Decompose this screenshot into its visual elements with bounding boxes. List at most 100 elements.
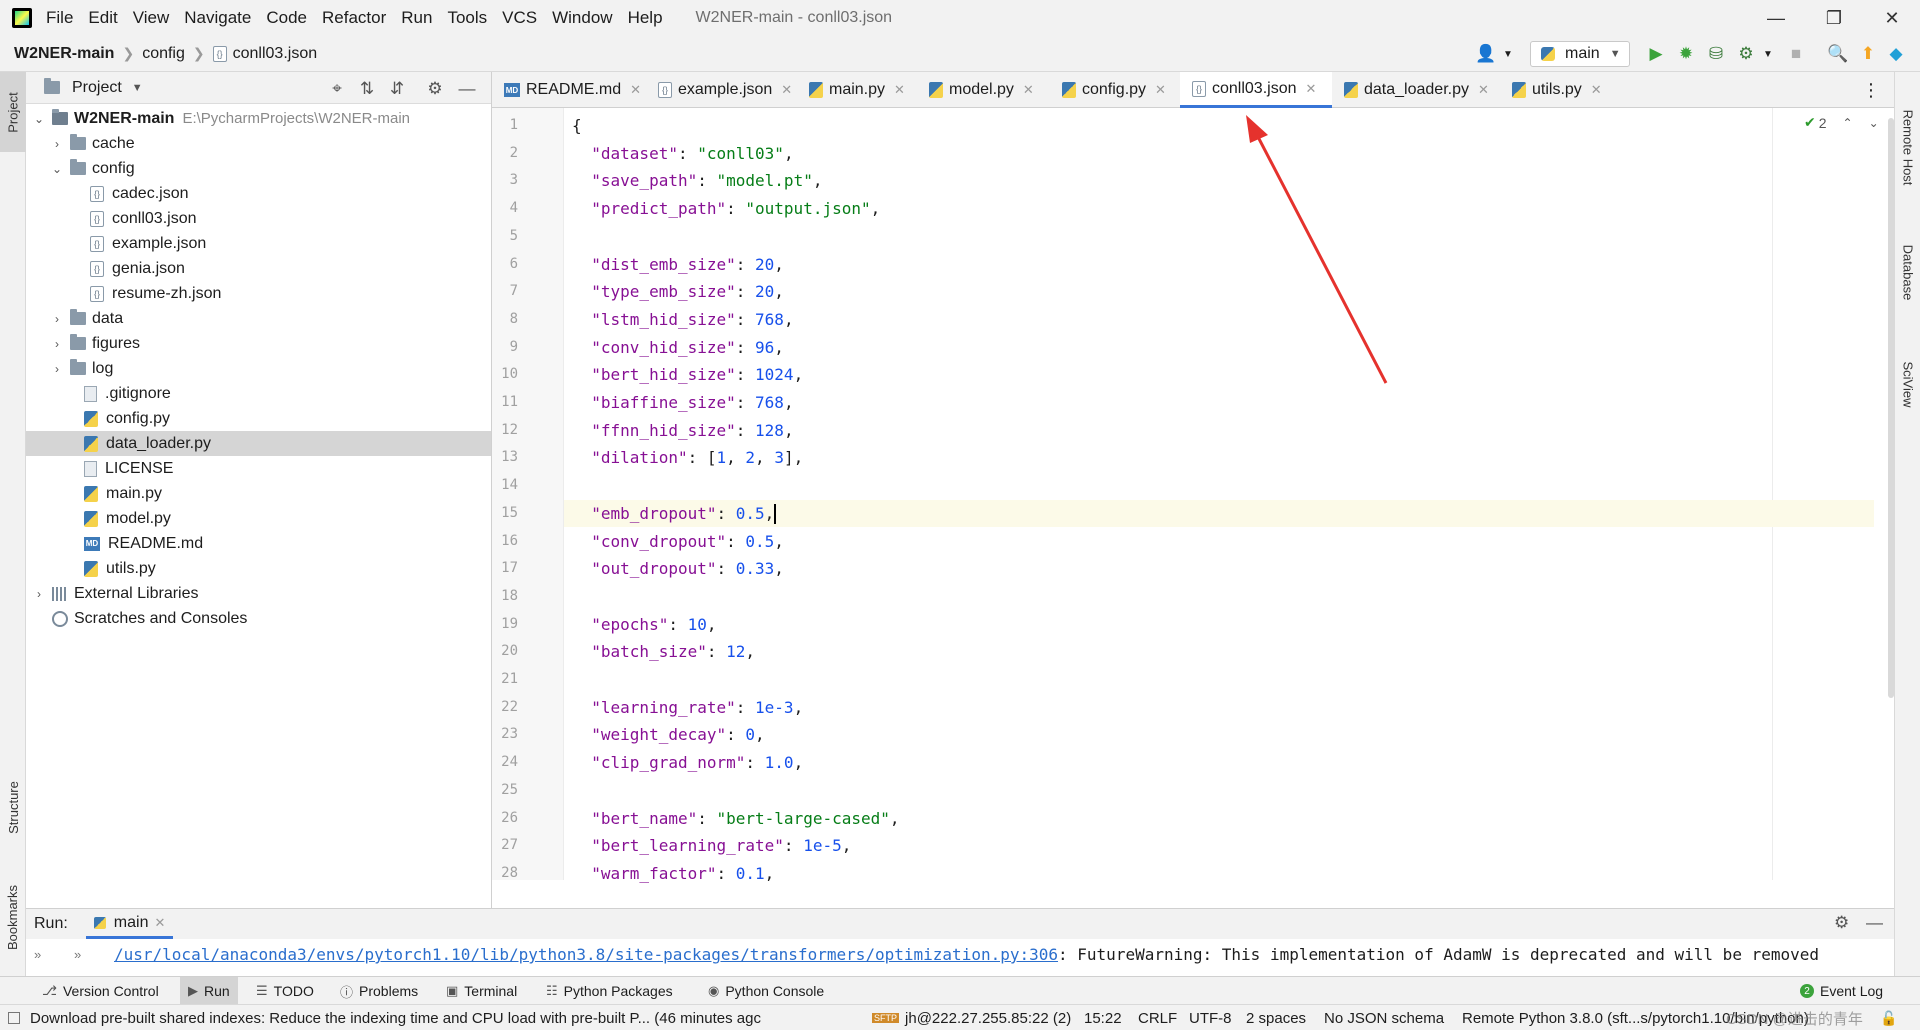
breadcrumb-folder[interactable]: config: [142, 45, 185, 63]
tool-tab-sciview[interactable]: SciView: [1895, 334, 1920, 434]
close-tab-icon[interactable]: ✕: [1478, 82, 1489, 98]
gear-icon[interactable]: ⚙: [1834, 913, 1849, 933]
editor-scrollbar[interactable]: [1888, 118, 1894, 698]
project-view-title[interactable]: Project: [72, 79, 122, 97]
code-line[interactable]: "dist_emb_size": 20,: [572, 251, 1882, 278]
coverage-icon[interactable]: ⛁: [1704, 42, 1728, 66]
tool-tab-terminal[interactable]: ▣ Terminal: [438, 977, 525, 1005]
close-tab-icon[interactable]: ✕: [1306, 81, 1317, 97]
code-line[interactable]: "warm_factor": 0.1,: [572, 860, 1882, 887]
tree-item-scratches[interactable]: Scratches and Consoles: [26, 606, 491, 631]
json-schema[interactable]: No JSON schema: [1324, 1005, 1444, 1030]
code-line[interactable]: [572, 583, 1882, 610]
chevron-down-icon[interactable]: ▼: [1756, 42, 1780, 66]
tree-item-model-py[interactable]: model.py: [26, 506, 491, 531]
tree-item-root[interactable]: ⌄ W2NER-main E:\PycharmProjects\W2NER-ma…: [26, 106, 491, 131]
breadcrumb-file[interactable]: conll03.json: [233, 45, 318, 63]
code-line[interactable]: "biaffine_size": 768,: [572, 389, 1882, 416]
menu-tools[interactable]: Tools: [447, 8, 487, 28]
tool-tab-bookmarks[interactable]: Bookmarks: [0, 862, 26, 972]
code-line[interactable]: "dilation": [1, 2, 3],: [572, 444, 1882, 471]
menu-window[interactable]: Window: [552, 8, 612, 28]
close-tab-icon[interactable]: ✕: [1023, 82, 1034, 98]
chevron-down-icon[interactable]: ▼: [1496, 42, 1520, 66]
tool-tab-event-log[interactable]: 2 Event Log: [1792, 977, 1891, 1005]
minimize-icon[interactable]: —: [1748, 0, 1804, 36]
code-line[interactable]: "bert_learning_rate": 1e-5,: [572, 832, 1882, 859]
collapse-all-icon[interactable]: ⇵: [386, 78, 408, 100]
code-line[interactable]: "ffnn_hid_size": 128,: [572, 417, 1882, 444]
tree-item-data[interactable]: › data: [26, 306, 491, 331]
tool-tab-version-control[interactable]: ⎇ Version Control: [34, 977, 167, 1005]
hide-panel-icon[interactable]: —: [456, 78, 478, 100]
close-tab-icon[interactable]: ✕: [781, 82, 792, 98]
code-line[interactable]: "epochs": 10,: [572, 611, 1882, 638]
update-icon[interactable]: ⬆: [1856, 42, 1880, 66]
tab-config-py[interactable]: config.py ✕: [1050, 72, 1166, 108]
tree-item-cache[interactable]: › cache: [26, 131, 491, 156]
menu-edit[interactable]: Edit: [88, 8, 117, 28]
tree-item-data-loader-py[interactable]: data_loader.py: [26, 431, 491, 456]
tree-item-conll03-json[interactable]: {} conll03.json: [26, 206, 491, 231]
tree-item-cadec-json[interactable]: {} cadec.json: [26, 181, 491, 206]
code-line[interactable]: "bert_hid_size": 1024,: [572, 361, 1882, 388]
user-icon[interactable]: 👤: [1474, 42, 1498, 66]
code-line[interactable]: {: [572, 112, 1882, 139]
code-line[interactable]: "learning_rate": 1e-3,: [572, 694, 1882, 721]
code-line[interactable]: "conv_hid_size": 96,: [572, 334, 1882, 361]
rerun-icon[interactable]: »: [74, 947, 98, 962]
tool-tab-python-packages[interactable]: ☷ Python Packages: [538, 977, 681, 1005]
tab-conll03-json[interactable]: {} conll03.json ✕: [1180, 72, 1332, 108]
gear-icon[interactable]: ⚙: [424, 78, 446, 100]
code-line[interactable]: [572, 223, 1882, 250]
tree-item-main-py[interactable]: main.py: [26, 481, 491, 506]
tool-tab-project[interactable]: Project: [0, 72, 26, 152]
tree-item-example-json[interactable]: {} example.json: [26, 231, 491, 256]
tree-item-figures[interactable]: › figures: [26, 331, 491, 356]
run-tab-main[interactable]: main ✕: [85, 909, 174, 939]
tree-item-log[interactable]: › log: [26, 356, 491, 381]
chevron-right-icon[interactable]: ›: [50, 337, 64, 351]
chevron-down-icon[interactable]: ⌄: [32, 112, 46, 126]
menu-file[interactable]: File: [46, 8, 73, 28]
restore-icon[interactable]: ❐: [1806, 0, 1862, 36]
tab-main-py[interactable]: main.py ✕: [797, 72, 905, 108]
tab-example-json[interactable]: {} example.json ✕: [646, 72, 792, 108]
code-line[interactable]: "predict_path": "output.json",: [572, 195, 1882, 222]
hide-panel-icon[interactable]: —: [1866, 913, 1883, 933]
chevron-right-icon[interactable]: ›: [50, 312, 64, 326]
close-tab-icon[interactable]: ✕: [1155, 82, 1166, 98]
code-line[interactable]: "bert_name": "bert-large-cased",: [572, 805, 1882, 832]
code-line[interactable]: "dataset": "conll03",: [572, 140, 1882, 167]
tool-tab-remote-host[interactable]: Remote Host: [1895, 82, 1920, 212]
tool-tab-todo[interactable]: ☰ TODO: [248, 977, 322, 1005]
tool-tab-structure[interactable]: Structure: [0, 752, 26, 862]
code-editor[interactable]: 1 2 3 4 5 6 7 8 9 10 11 12 13 14 15 16 17 18 19 20 21 22 23 24 2…: [492, 108, 1894, 908]
indent-setting[interactable]: 2 spaces: [1246, 1005, 1306, 1030]
close-window-icon[interactable]: ✕: [1864, 0, 1920, 36]
menu-view[interactable]: View: [133, 8, 170, 28]
code-line[interactable]: "out_dropout": 0.33,: [572, 555, 1882, 582]
code-line[interactable]: "batch_size": 12,: [572, 638, 1882, 665]
code-line[interactable]: "weight_decay": 0,: [572, 721, 1882, 748]
tab-data-loader-py[interactable]: data_loader.py ✕: [1332, 72, 1489, 108]
menu-refactor[interactable]: Refactor: [322, 8, 386, 28]
menu-vcs[interactable]: VCS: [502, 8, 537, 28]
more-options-icon[interactable]: ⋮: [1862, 72, 1880, 108]
chevron-right-icon[interactable]: ›: [32, 587, 46, 601]
tool-tab-problems[interactable]: ⓘ Problems: [332, 977, 426, 1005]
code-line[interactable]: [572, 777, 1882, 804]
code-line[interactable]: "type_emb_size": 20,: [572, 278, 1882, 305]
tool-tab-run[interactable]: ▶ Run: [180, 977, 238, 1005]
cursor-position[interactable]: 15:22: [1084, 1005, 1122, 1030]
code-line[interactable]: "save_path": "model.pt",: [572, 167, 1882, 194]
chevron-down-icon[interactable]: ▼: [132, 82, 143, 94]
tree-item-gitignore[interactable]: .gitignore: [26, 381, 491, 406]
tree-item-config-folder[interactable]: ⌄ config: [26, 156, 491, 181]
tab-model-py[interactable]: model.py ✕: [917, 72, 1034, 108]
stop-icon[interactable]: ■: [1784, 42, 1808, 66]
tool-tab-python-console[interactable]: ◉ Python Console: [700, 977, 832, 1005]
menu-help[interactable]: Help: [628, 8, 663, 28]
expand-icon[interactable]: »: [34, 947, 58, 962]
tab-utils-py[interactable]: utils.py ✕: [1500, 72, 1602, 108]
